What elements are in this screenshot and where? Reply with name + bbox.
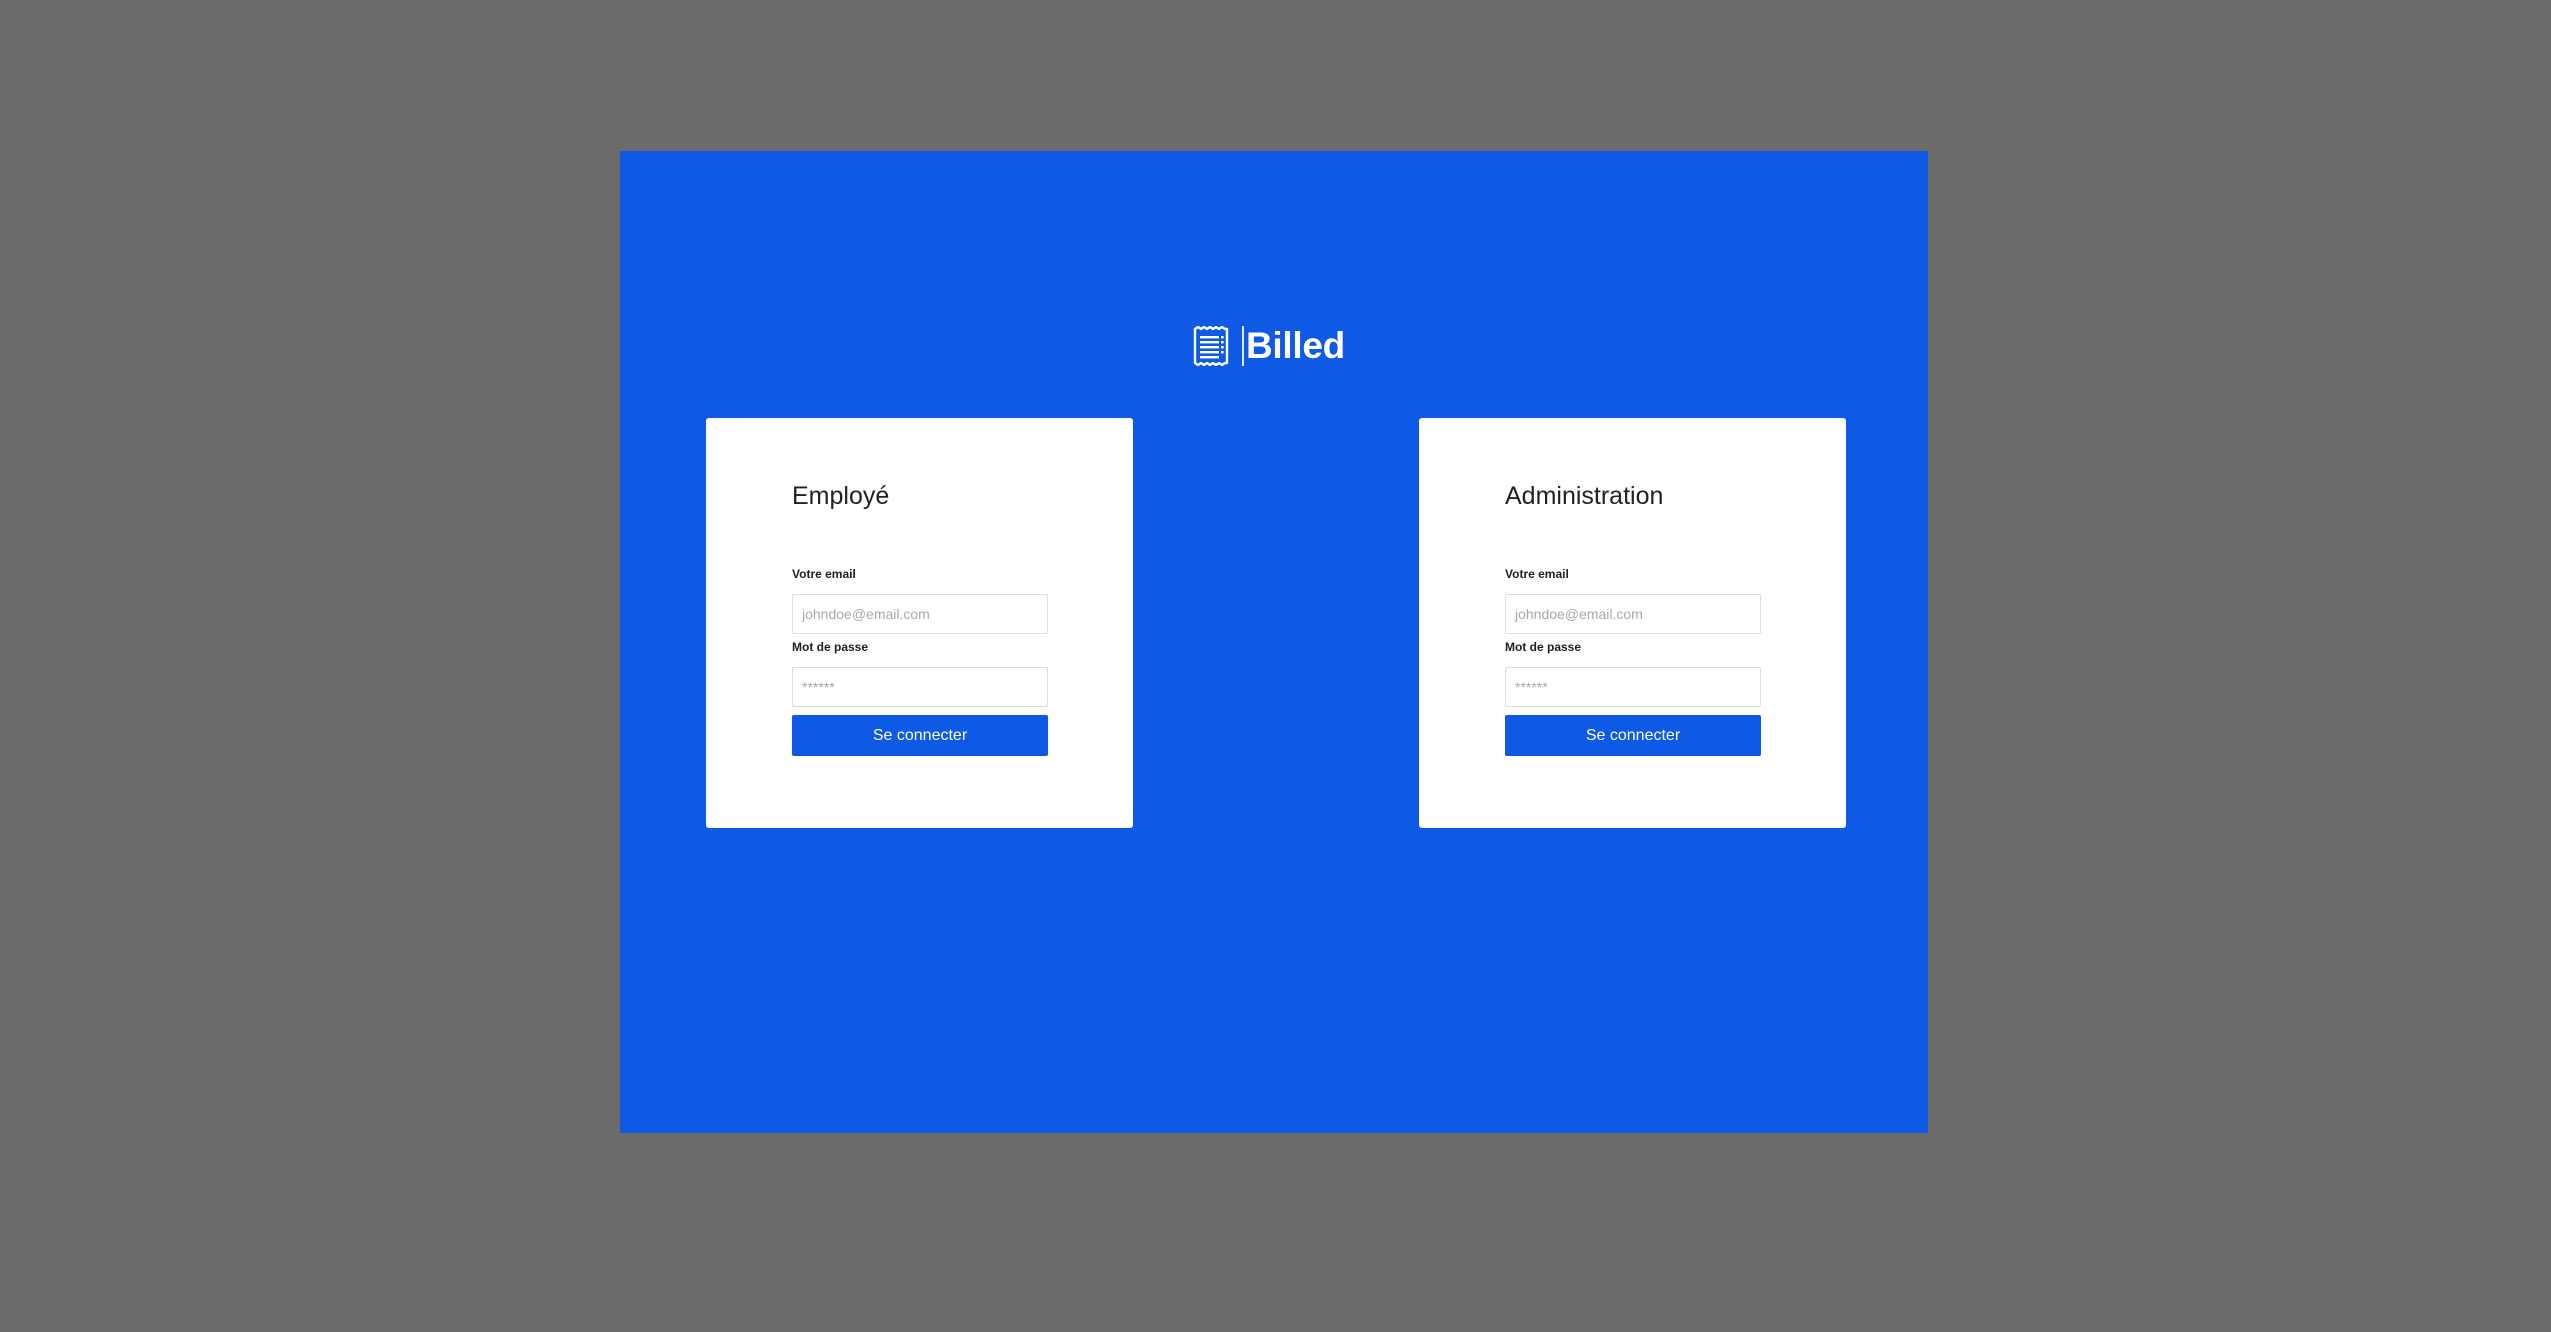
admin-login-button[interactable]: Se connecter: [1505, 715, 1761, 756]
employee-login-button[interactable]: Se connecter: [792, 715, 1048, 756]
receipt-icon: [1193, 326, 1229, 366]
admin-login-card: Administration Votre email Mot de passe …: [1419, 418, 1846, 828]
brand-name: Billed: [1246, 325, 1345, 366]
employee-card-title: Employé: [792, 482, 890, 510]
admin-password-label: Mot de passe: [1505, 640, 1582, 654]
admin-card-title: Administration: [1505, 482, 1664, 510]
admin-email-label: Votre email: [1505, 567, 1569, 581]
employee-password-label: Mot de passe: [792, 640, 869, 654]
employee-email-label: Votre email: [792, 567, 856, 581]
page-viewport: Billed Employé Votre email Mot de passe …: [620, 151, 1928, 1133]
employee-password-input[interactable]: [792, 667, 1048, 707]
admin-email-input[interactable]: [1505, 594, 1761, 634]
brand-logo: Billed: [1192, 324, 1345, 368]
brand-divider: [1242, 326, 1244, 366]
admin-password-input[interactable]: [1505, 667, 1761, 707]
employee-login-card: Employé Votre email Mot de passe Se conn…: [706, 418, 1133, 828]
employee-email-input[interactable]: [792, 594, 1048, 634]
